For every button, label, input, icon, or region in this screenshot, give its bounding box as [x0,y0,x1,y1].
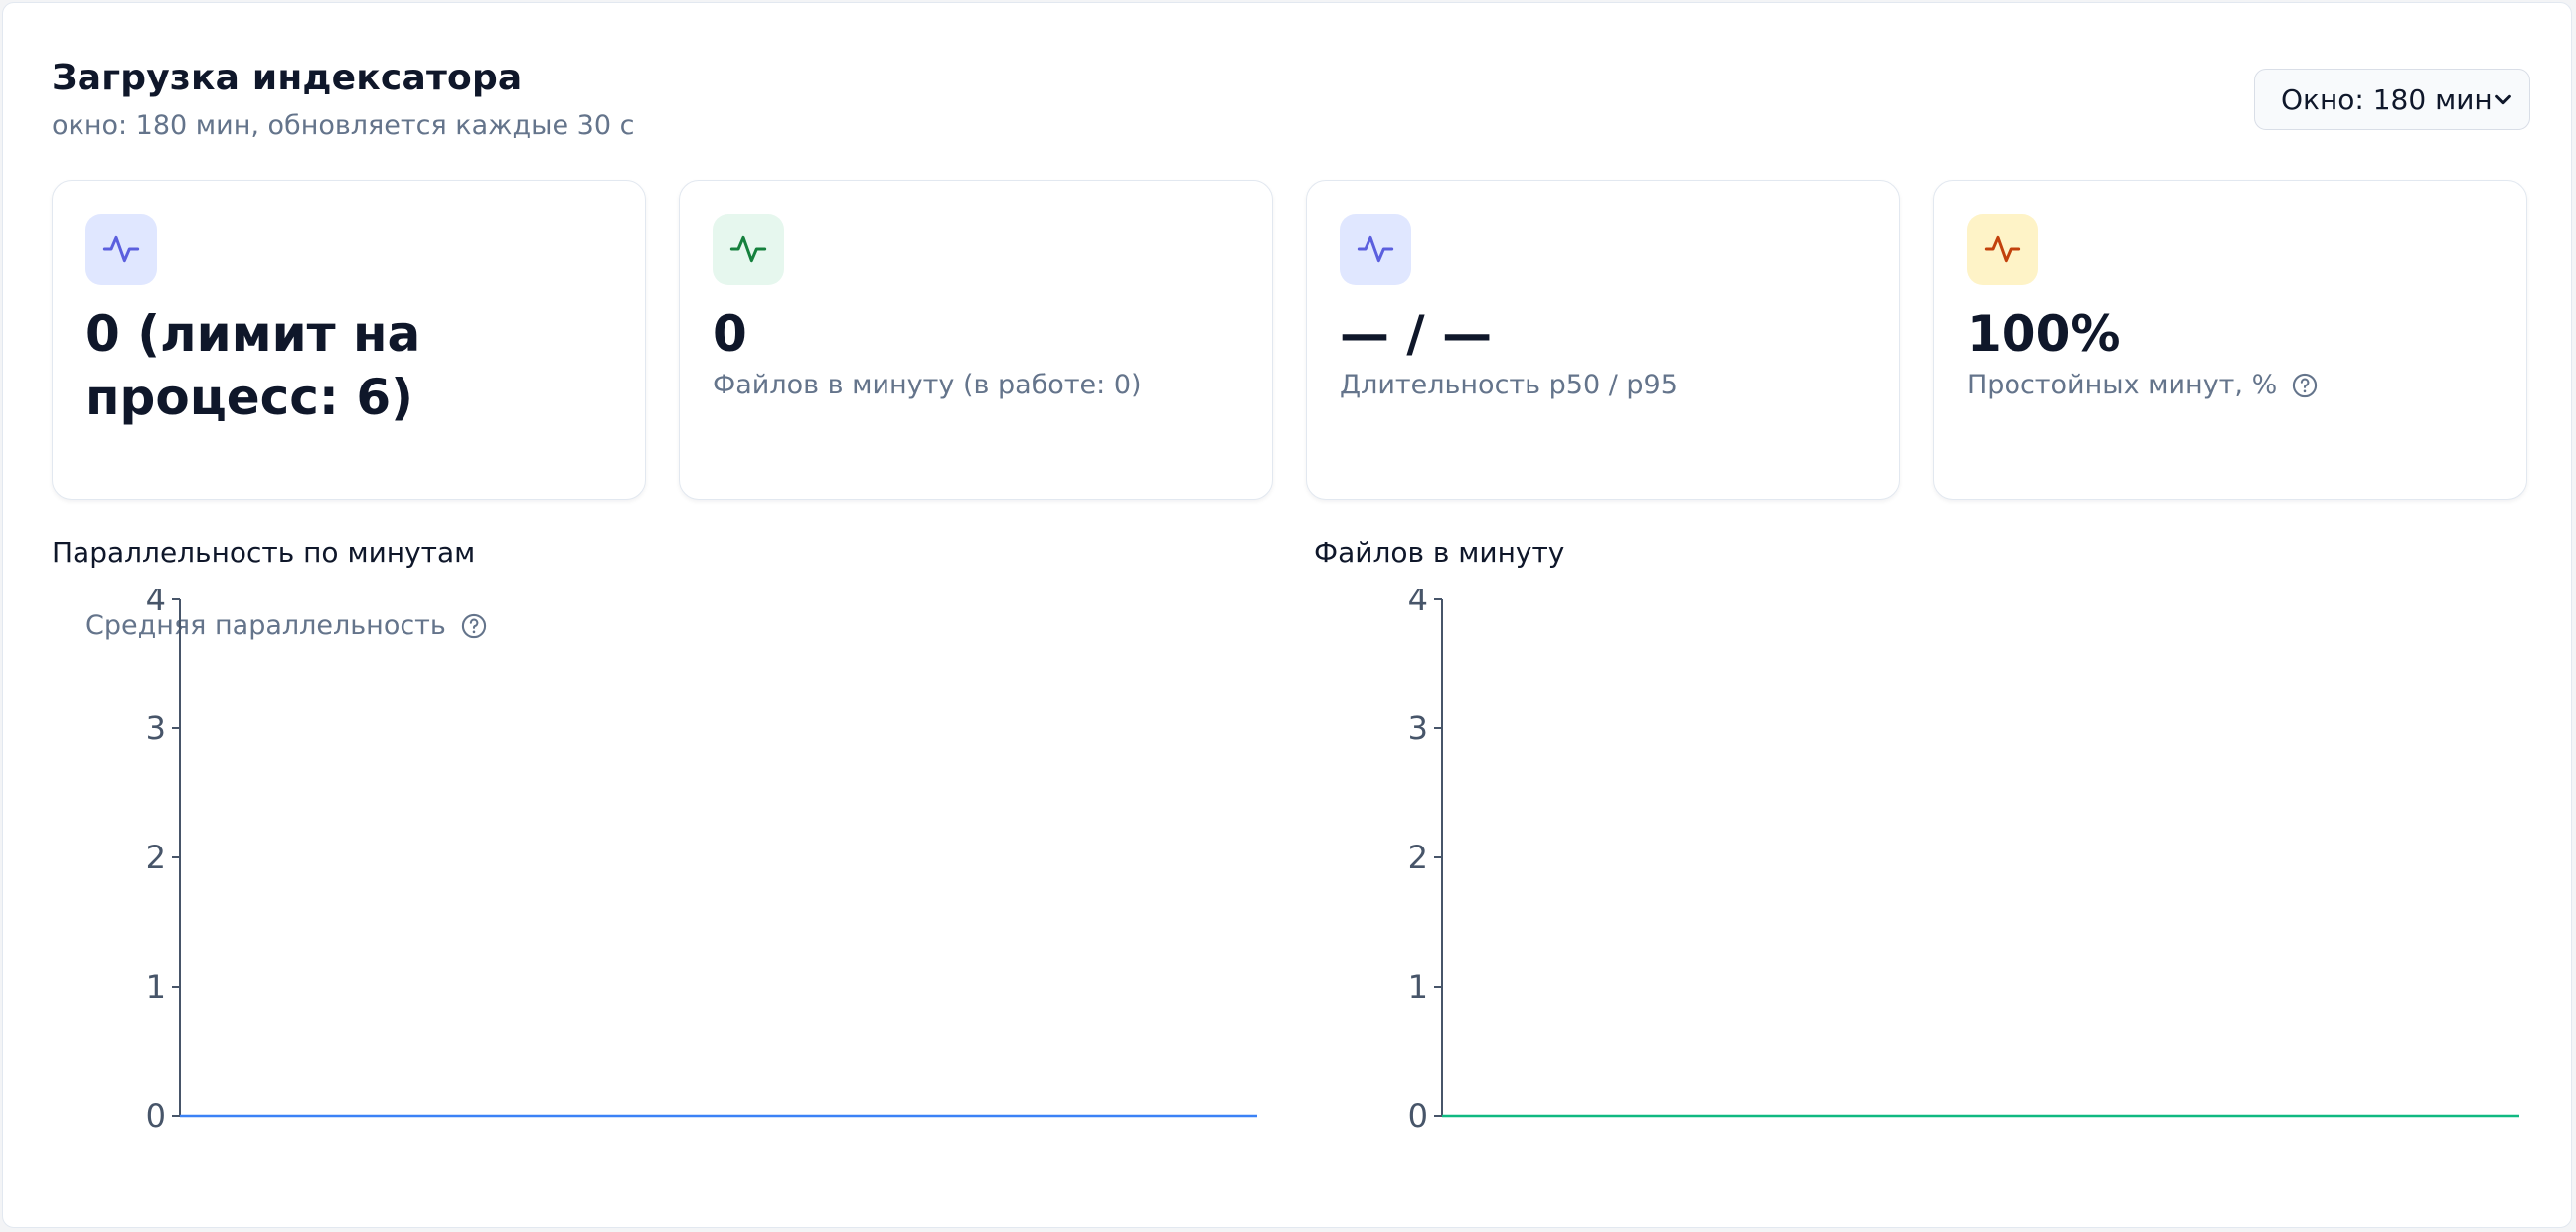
chart-title-concurrency: Параллельность по минутам [52,537,476,569]
activity-icon [1984,235,2021,263]
card-value: 0 (лимит на процесс: 6) [85,305,421,426]
stat-card-avg-concurrency: 0 (лимит на процесс: 6) Средняя параллел… [52,180,646,641]
activity-icon [729,235,767,263]
card-value: 100% [1967,305,2121,363]
window-select-value: Окно: 180 мин [2281,82,2493,116]
card-icon-box [1340,214,1411,285]
activity-icon [1357,235,1394,263]
card-label-row: Длительность p50 / p95 [1340,370,1678,400]
card-label: Длительность p50 / p95 [1340,370,1678,400]
card-label-row: Файлов в минуту (в работе: 0) [713,370,1142,400]
stat-card-files-per-minute: 0 Файлов в минуту (в работе: 0) [679,180,1273,500]
help-circle-icon[interactable] [2291,372,2319,399]
window-select[interactable]: Окно: 180 мин [2254,69,2530,130]
stat-card-idle-minutes: 100% Простойных минут, % [1933,180,2527,500]
card-label: Простойных минут, % [1967,370,2278,400]
files-per-minute-chart: 0 1 2 3 4 [1408,589,2519,1135]
panel-header: Загрузка индексатора окно: 180 мин, обно… [52,58,634,141]
stat-card-duration: — / — Длительность p50 / p95 [1306,180,1900,500]
y-tick-label: 2 [146,839,166,876]
y-tick-label: 1 [146,968,166,1005]
y-tick-label: 4 [1408,589,1428,618]
activity-icon [102,235,140,263]
card-icon-box [713,214,784,285]
card-label-row: Простойных минут, % [1967,370,2319,400]
concurrency-chart: 0 1 2 3 4 [146,589,1257,1135]
y-tick-label: 3 [1408,709,1428,747]
indexer-load-panel: Загрузка индексатора окно: 180 мин, обно… [2,2,2572,1228]
page-title: Загрузка индексатора [52,58,523,98]
card-icon-box [1967,214,2038,285]
card-icon-box [85,214,157,285]
y-tick-label: 1 [1408,968,1428,1005]
y-tick-label: 0 [1408,1097,1428,1135]
y-tick-label: 2 [1408,839,1428,876]
y-tick-label: 3 [146,709,166,747]
card-label: Файлов в минуту (в работе: 0) [713,370,1142,400]
chart-title-files-per-minute: Файлов в минуту [1314,537,1565,569]
y-tick-label: 0 [146,1097,166,1135]
page-subtitle: окно: 180 мин, обновляется каждые 30 с [52,110,635,141]
chevron-down-icon [2493,86,2514,112]
card-value: 0 [713,305,747,363]
card-value: — / — [1340,305,1493,363]
y-tick-label: 4 [146,589,166,618]
